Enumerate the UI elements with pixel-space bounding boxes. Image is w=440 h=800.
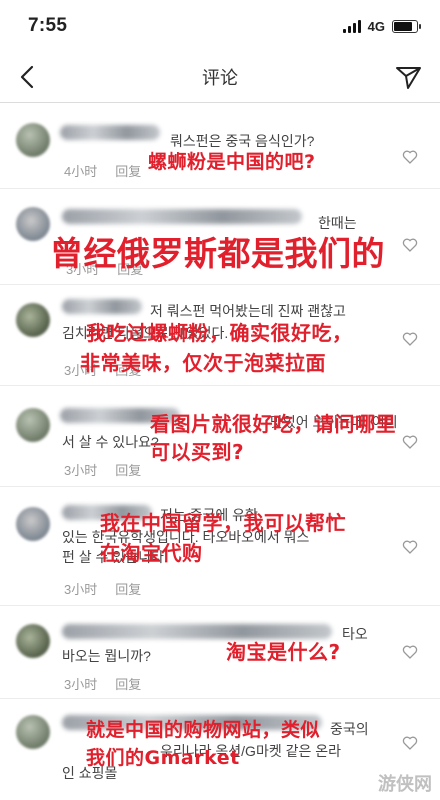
comment-time: 3小时 [64,677,98,692]
comment-item: 중국의 우리나라 옥션/G마켓 같은 온라 인 쇼핑몰 就是中国的购物网站，类似… [0,699,440,800]
translation-overlay: 曾经俄罗斯都是我们的 [50,234,385,273]
translation-overlay: 螺蛳粉是中国的吧? [148,151,316,173]
translation-overlay: 淘宝是什么? [226,640,341,664]
comment-time: 3小时 [64,582,98,597]
comment-item: 저 뤄스펀 먹어봤는데 진짜 괜찮고 김치라면 다음으로 맛있었다. 3小时 回… [0,285,440,385]
reply-button[interactable]: 回复 [115,161,141,180]
send-icon[interactable] [394,63,422,91]
page-title: 评论 [202,68,238,88]
translation-overlay-line1: 我在中国留学，我可以帮忙 [100,511,346,535]
translation-overlay-line1: 看图片就很好吃，请问哪里 [150,412,396,436]
reply-button[interactable]: 回复 [115,674,141,693]
comment-meta: 4小时 回复 [64,161,141,180]
comment-text-line1: 중국의 [330,721,369,737]
avatar [16,207,50,241]
avatar [16,303,50,337]
translation-overlay-line1: 就是中国的购物网站，类似 [86,719,321,741]
heart-icon[interactable] [402,331,418,347]
avatar [16,507,50,541]
comment-meta: 3小时 回复 [64,460,141,479]
translation-overlay-line2: 在淘宝代购 [100,541,203,565]
translation-overlay-line2: 我们的Gmarket [86,747,240,769]
comment-item: 타오 바오는 뭡니까? 3小时 回复 淘宝是什么? [0,606,440,698]
nav-bar: 评论 [0,52,440,103]
username-blurred [60,125,160,140]
signal-icon [342,19,361,33]
avatar [16,624,50,658]
heart-icon[interactable] [402,644,418,660]
avatar [16,715,50,749]
comment-time: 4小时 [64,164,98,179]
comment-item: 저는 중국에 유학 있는 한국유학생입니다. 타오바오에서 뭐스 펀 살 수 있… [0,487,440,605]
status-bar: 7:55 4G [0,0,440,52]
username-blurred [62,299,142,314]
translation-overlay-line1: 我吃过螺蛳粉，确实很好吃， [86,321,353,345]
back-arrow-icon[interactable] [14,62,44,92]
battery-icon [392,19,421,33]
avatar [16,408,50,442]
translation-overlay-line2: 非常美味，仅次于泡菜拉面 [80,351,326,375]
status-time: 7:55 [28,15,68,36]
comment-text-line1: 타오 [342,626,368,642]
network-type: 4G [367,18,385,34]
watermark: 游侠网 [378,774,432,795]
status-indicators: 4G [342,18,421,34]
comment-time: 3小时 [64,463,98,478]
heart-icon[interactable] [402,237,418,253]
avatar [16,123,50,157]
comment-meta: 3小时 回复 [64,579,141,598]
reply-button[interactable]: 回复 [115,460,141,479]
comment-text-line2: 서 살 수 있나요? [62,434,159,450]
translation-overlay-line2: 可以买到? [150,440,245,464]
username-blurred [62,209,302,224]
comment-item: 맛있어 보이는데, 어디 서 살 수 있나요? 3小时 回复 看图片就很好吃，请… [0,386,440,486]
heart-icon[interactable] [402,434,418,450]
heart-icon[interactable] [402,149,418,165]
comment-meta: 3小时 回复 [64,674,141,693]
reply-button[interactable]: 回复 [115,579,141,598]
battery-fill [394,21,412,31]
heart-icon[interactable] [402,539,418,555]
heart-icon[interactable] [402,735,418,751]
comment-item: 한때는 3小时 回复 曾经俄罗斯都是我们的 [0,189,440,284]
comment-list: 뤄스펀은 중국 음식인가? 4小时 回复 螺蛳粉是中国的吧? 한때는 3小时 回… [0,103,440,800]
comment-text-line2: 바오는 뭡니까? [62,648,151,664]
comment-item: 뤄스펀은 중국 음식인가? 4小时 回复 螺蛳粉是中国的吧? [0,103,440,188]
